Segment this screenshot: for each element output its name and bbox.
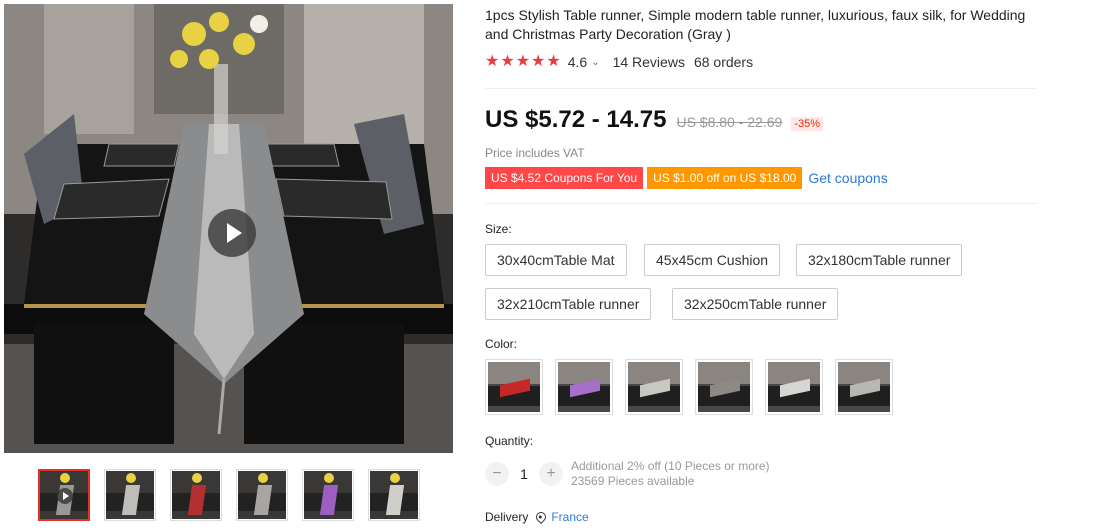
- bulk-discount-note: Additional 2% off (10 Pieces or more): [571, 459, 770, 473]
- coupon-row: US $4.52 Coupons For You US $1.00 off on…: [485, 167, 888, 189]
- vat-note: Price includes VAT: [485, 146, 585, 160]
- coupon-badge[interactable]: US $4.52 Coupons For You: [485, 167, 644, 189]
- discount-badge: -35%: [791, 117, 823, 131]
- delivery-country-link[interactable]: France: [551, 510, 588, 524]
- color-swatch[interactable]: [625, 359, 683, 415]
- coupon-badge[interactable]: US $1.00 off on US $18.00: [647, 167, 803, 189]
- color-label: Color:: [485, 337, 518, 351]
- size-option[interactable]: 32x210cmTable runner: [485, 288, 652, 320]
- star-icon: ★: [500, 53, 515, 70]
- size-option[interactable]: 32x180cmTable runner: [796, 244, 963, 276]
- color-swatch[interactable]: [555, 359, 613, 415]
- thumbnail-strip: [38, 469, 420, 521]
- divider: [485, 203, 1037, 204]
- size-option[interactable]: 32x250cmTable runner: [672, 288, 839, 320]
- thumbnail-image-6[interactable]: [368, 469, 420, 521]
- star-icon: ★: [546, 53, 561, 70]
- product-title: 1pcs Stylish Table runner, Simple modern…: [485, 7, 1026, 42]
- delivery-label: Delivery: [485, 510, 529, 524]
- size-option[interactable]: 45x45cm Cushion: [644, 244, 781, 276]
- star-icon: ★: [515, 53, 531, 70]
- star-icon: ★: [485, 53, 500, 70]
- thumbnail-image-5[interactable]: [302, 469, 354, 521]
- quantity-stepper: − 1 + Additional 2% off (10 Pieces or mo…: [485, 459, 770, 489]
- play-video-button[interactable]: [208, 209, 256, 257]
- main-product-image[interactable]: [4, 4, 453, 453]
- increase-quantity-button[interactable]: +: [539, 462, 563, 486]
- rating-value[interactable]: 4.6: [568, 54, 587, 70]
- thumbnail-image-4[interactable]: [236, 469, 288, 521]
- thumbnail-video[interactable]: [38, 469, 90, 521]
- rating-row: ★ ★ ★ ★ ★ 4.6 ⌄ 14 Reviews 68 orders: [485, 54, 754, 71]
- color-swatch[interactable]: [765, 359, 823, 415]
- delivery-row: Delivery France: [485, 509, 589, 525]
- stock-available: 23569 Pieces available: [571, 474, 695, 488]
- orders-count: 68 orders: [693, 54, 754, 70]
- location-pin-icon: [534, 509, 549, 525]
- get-coupons-link[interactable]: Get coupons: [808, 170, 887, 186]
- star-icon: ★: [531, 53, 546, 70]
- chevron-down-icon[interactable]: ⌄: [591, 57, 599, 68]
- decrease-quantity-button[interactable]: −: [485, 462, 509, 486]
- quantity-note: Additional 2% off (10 Pieces or more) 23…: [571, 459, 770, 489]
- size-label: Size:: [485, 222, 512, 236]
- play-icon: [57, 488, 73, 504]
- current-price: US $5.72 - 14.75: [485, 106, 667, 133]
- color-swatch[interactable]: [485, 359, 543, 415]
- size-option[interactable]: 30x40cmTable Mat: [485, 244, 627, 276]
- rating-stars: ★ ★ ★ ★ ★: [485, 54, 561, 70]
- quantity-input[interactable]: 1: [509, 466, 539, 482]
- thumbnail-image-3[interactable]: [170, 469, 222, 521]
- original-price: US $8.80 - 22.69: [676, 114, 783, 130]
- divider: [485, 88, 1037, 89]
- price-row: US $5.72 - 14.75 US $8.80 - 22.69 -35%: [485, 106, 823, 134]
- color-swatch[interactable]: [835, 359, 893, 415]
- quantity-label: Quantity:: [485, 434, 534, 448]
- thumbnail-image-2[interactable]: [104, 469, 156, 521]
- color-swatch[interactable]: [695, 359, 753, 415]
- reviews-link[interactable]: 14 Reviews: [613, 54, 685, 70]
